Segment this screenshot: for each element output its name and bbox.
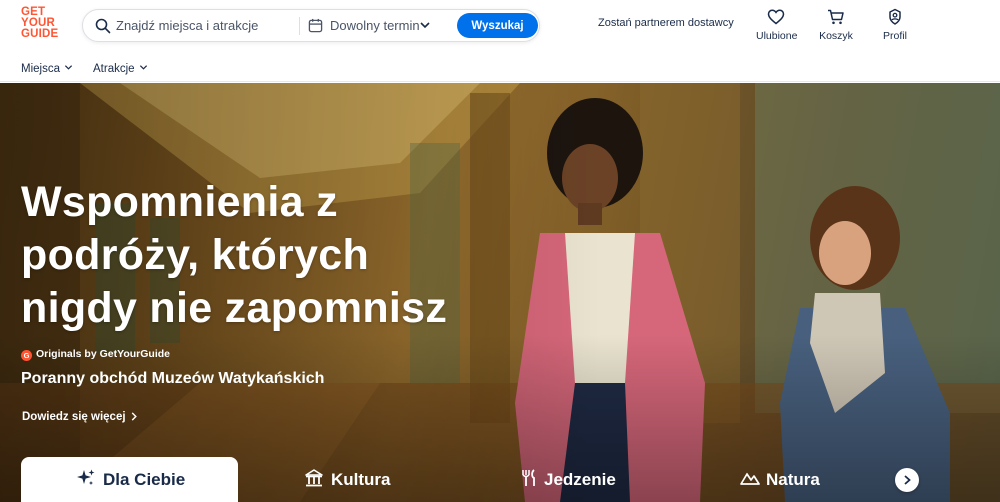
search-divider (299, 17, 300, 35)
originals-label: G Originals by GetYourGuide (21, 348, 170, 361)
calendar-icon (308, 18, 323, 33)
cutlery-icon (522, 469, 535, 486)
profile-label: Profil (883, 30, 907, 42)
chevron-right-icon (904, 475, 911, 485)
sub-navigation: Miejsca Atrakcje (0, 52, 1000, 82)
date-label: Dowolny termin (330, 18, 420, 33)
sparkles-icon (77, 469, 95, 485)
profile-button[interactable]: Profil (875, 8, 915, 42)
profile-icon (889, 8, 901, 25)
chevron-down-icon (139, 65, 147, 70)
tab-culture-label: Kultura (331, 470, 391, 489)
date-picker[interactable]: Dowolny termin (308, 10, 438, 41)
tab-for-you-label: Dla Ciebie (103, 470, 186, 489)
cart-icon (828, 9, 844, 25)
headline-line-1: Wspomnienia z (21, 178, 338, 226)
search-icon (95, 18, 111, 34)
heart-icon (767, 9, 785, 25)
tour-title: Poranny obchód Muzeów Watykańskich (21, 370, 325, 387)
chevron-down-icon (64, 65, 73, 70)
top-header: GET YOUR GUIDE Dowolny termin Wyszukaj Z… (0, 0, 1000, 52)
nav-attractions-label: Atrakcje (93, 63, 135, 75)
tabs-next-button[interactable] (895, 468, 919, 492)
learn-more-link[interactable]: Dowiedz się więcej (22, 411, 138, 423)
favorites-label: Ulubione (756, 30, 798, 42)
tab-nature[interactable]: Natura (737, 457, 847, 502)
getyourguide-logo[interactable]: GET YOUR GUIDE (21, 6, 65, 40)
learn-more-label: Dowiedz się więcej (22, 411, 126, 423)
tab-food-label: Jedzenie (544, 470, 616, 489)
hero-headline: Wspomnienia z podróży, których nigdy nie… (21, 176, 481, 335)
chevron-down-icon (420, 22, 430, 29)
search-bar: Dowolny termin Wyszukaj (82, 9, 540, 42)
headline-line-2: podróży, których (21, 231, 370, 279)
tab-culture[interactable]: Kultura (300, 457, 410, 502)
hero-banner: Wspomnienia z podróży, których nigdy nie… (0, 83, 1000, 502)
mountain-icon (740, 472, 760, 485)
chevron-right-icon (131, 412, 137, 421)
tab-nature-label: Natura (766, 470, 820, 489)
search-input[interactable] (116, 11, 296, 40)
become-partner-link[interactable]: Zostań partnerem dostawcy (598, 17, 734, 29)
tab-food[interactable]: Jedzenie (515, 457, 625, 502)
nav-places-dropdown[interactable]: Miejsca (21, 63, 73, 75)
originals-badge-icon: G (21, 350, 32, 361)
tab-for-you[interactable]: Dla Ciebie (21, 457, 238, 502)
cart-label: Koszyk (819, 30, 853, 42)
logo-line-3: GUIDE (21, 28, 59, 40)
nav-attractions-dropdown[interactable]: Atrakcje (93, 63, 148, 75)
museum-icon (305, 469, 323, 487)
nav-places-label: Miejsca (21, 63, 60, 75)
originals-text: Originals by GetYourGuide (36, 348, 170, 360)
headline-line-3: nigdy nie zapomnisz (21, 284, 448, 332)
search-button[interactable]: Wyszukaj (457, 13, 538, 38)
favorites-button[interactable]: Ulubione (756, 8, 798, 42)
cart-button[interactable]: Koszyk (816, 8, 856, 42)
